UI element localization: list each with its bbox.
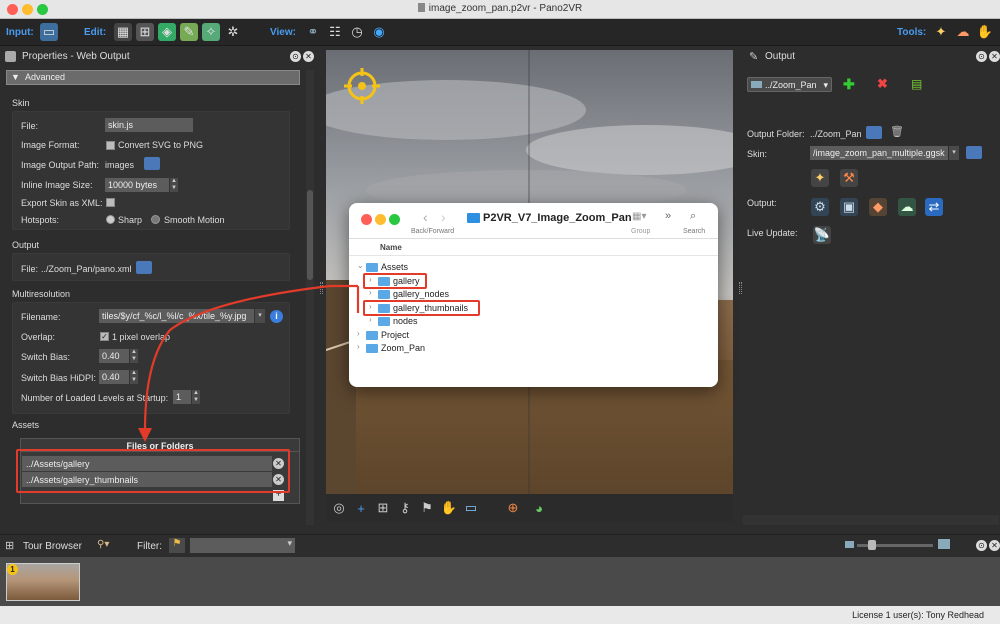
small-thumb-icon bbox=[845, 541, 854, 548]
tour-thumbnail-strip: 1 bbox=[0, 557, 1000, 607]
output-package-icon[interactable]: ◆ bbox=[869, 198, 887, 216]
output-sync-icon[interactable]: ⇄ bbox=[925, 198, 943, 216]
filter-tag-icon[interactable]: ⚑ bbox=[169, 538, 185, 553]
output-folder-value[interactable]: ../Zoom_Pan bbox=[810, 129, 862, 139]
skin-editor-open-icon[interactable]: ✦ bbox=[811, 169, 829, 187]
chevron-down-icon: ▾ bbox=[823, 80, 828, 90]
output-title: Output bbox=[765, 51, 796, 62]
right-splitter-handle[interactable] bbox=[739, 282, 742, 294]
output-selector[interactable]: ../Zoom_Pan ▾ bbox=[747, 77, 832, 92]
output-header: ✎ Output ⊙ ✕ bbox=[741, 47, 1000, 67]
delete-output-icon[interactable]: ✖ bbox=[877, 76, 888, 92]
output-selector-value: ../Zoom_Pan bbox=[765, 80, 817, 90]
status-bar: License 1 user(s): Tony Redhead bbox=[0, 606, 1000, 624]
output-format-icon bbox=[751, 81, 762, 88]
skin-dropdown[interactable]: ▾ bbox=[949, 146, 959, 160]
large-thumb-icon bbox=[938, 539, 950, 549]
skin-label: Skin: bbox=[747, 149, 768, 159]
output-panel-icon: ✎ bbox=[749, 51, 759, 63]
filter-dropdown[interactable]: ▾ bbox=[190, 538, 295, 553]
skin-tools-icon[interactable]: ⚒ bbox=[840, 169, 858, 187]
skin-path-field[interactable]: /image_zoom_pan_multiple.ggsk bbox=[810, 146, 948, 160]
output-scrollbar[interactable] bbox=[743, 515, 999, 525]
tour-browser-title: Tour Browser bbox=[23, 541, 82, 552]
license-text: License 1 user(s): Tony Redhead bbox=[852, 610, 984, 620]
add-output-icon[interactable]: ✚ bbox=[843, 76, 855, 93]
trash-icon[interactable]: 🗑 bbox=[890, 125, 904, 138]
live-update-icon[interactable]: 📡 bbox=[813, 226, 831, 244]
filter-label: Filter: bbox=[137, 541, 162, 552]
output-gear-icon[interactable]: ⚙ bbox=[811, 198, 829, 216]
tour-browser-icon: ⊞ bbox=[5, 540, 15, 552]
output-settings-icon[interactable]: ▤ bbox=[911, 77, 922, 91]
live-update-label: Live Update: bbox=[747, 228, 798, 238]
output-close-icon[interactable]: ✕ bbox=[989, 51, 1000, 62]
output-float-icon[interactable]: ⊙ bbox=[976, 51, 987, 62]
thumbnail-badge: 1 bbox=[7, 564, 18, 575]
tour-float-icon[interactable]: ⊙ bbox=[976, 540, 987, 551]
tour-close-icon[interactable]: ✕ bbox=[989, 540, 1000, 551]
tour-browser-header: ⊞ Tour Browser ⚲▾ Filter: ⚑ ▾ ⊙ ✕ bbox=[0, 534, 1000, 556]
slider-handle[interactable] bbox=[868, 540, 876, 550]
output-panel: ✎ Output ⊙ ✕ bbox=[741, 47, 1000, 525]
output-upload-icon[interactable]: ☁ bbox=[898, 198, 916, 216]
output-label: Output: bbox=[747, 198, 777, 208]
output-folder-browse-icon[interactable] bbox=[866, 126, 882, 139]
output-folder-label: Output Folder: bbox=[747, 129, 805, 139]
sort-icon[interactable]: ⚲▾ bbox=[97, 539, 109, 550]
skin-browse-icon[interactable] bbox=[966, 146, 982, 159]
output-preview-icon[interactable]: ▣ bbox=[840, 198, 858, 216]
